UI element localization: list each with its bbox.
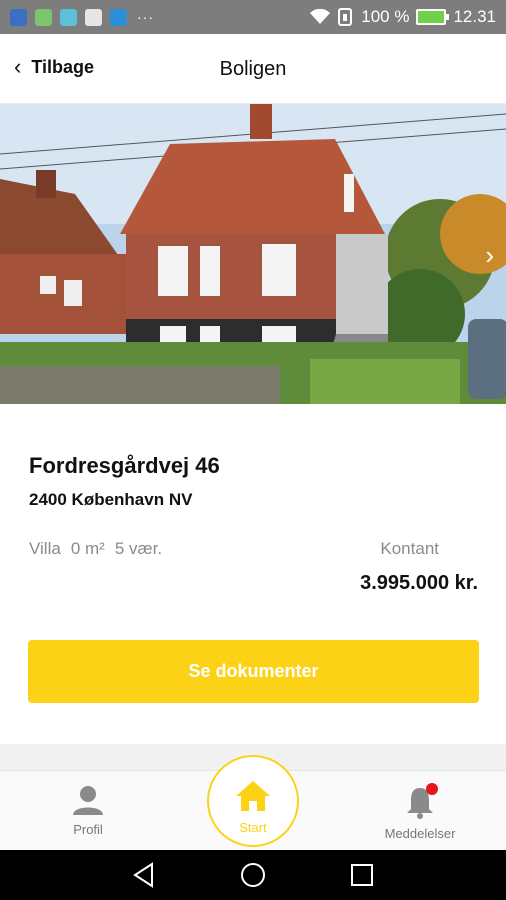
property-photo[interactable]: ›	[0, 104, 506, 404]
see-documents-button[interactable]: Se dokumenter	[28, 640, 479, 703]
property-rooms: 5 vær.	[114, 539, 163, 558]
price-label: Kontant	[380, 539, 439, 558]
system-navigation-bar	[0, 850, 506, 900]
app-notification-icon	[10, 8, 27, 26]
nav-profile-label: Profil	[73, 822, 103, 837]
sim-icon	[338, 8, 353, 26]
property-type: Villa	[29, 539, 61, 558]
app-notification-icon	[85, 8, 102, 26]
property-area: 0 m²	[70, 539, 105, 558]
nav-start-label: Start	[239, 820, 267, 835]
battery-icon	[416, 9, 450, 25]
app-notification-icon	[110, 8, 127, 26]
app-header: ‹ Tilbage Boligen	[0, 34, 506, 104]
nav-messages-label: Meddelelser	[384, 826, 456, 841]
property-price: 3.995.000 kr.	[360, 572, 478, 594]
property-specs: Villa 0 m² 5 vær.	[29, 539, 162, 559]
nav-start[interactable]: Start	[207, 755, 299, 847]
next-image-icon[interactable]: ›	[485, 242, 494, 268]
wifi-icon	[310, 9, 331, 24]
notification-icons: ···	[10, 8, 154, 26]
nav-profile[interactable]: Profil	[33, 785, 143, 837]
person-icon	[73, 786, 103, 815]
bottom-navigation: Profil Start Meddelelser	[0, 755, 506, 850]
back-triangle-icon[interactable]	[132, 862, 156, 888]
battery-percentage: 100 %	[361, 7, 410, 26]
status-bar: ··· 100 % 12.31	[0, 0, 506, 34]
clock: 12.31	[453, 7, 496, 26]
app-notification-icon	[60, 8, 77, 26]
notification-badge	[426, 783, 438, 795]
property-details: Fordresgårdvej 46 2400 København NV Vill…	[0, 404, 506, 744]
recents-square-icon[interactable]	[350, 863, 374, 887]
home-icon	[236, 781, 270, 811]
nav-messages[interactable]: Meddelelser	[365, 783, 475, 841]
more-notifications-icon: ···	[137, 9, 154, 25]
property-street: Fordresgårdvej 46	[29, 453, 220, 478]
page-title: Boligen	[219, 58, 287, 80]
property-city: 2400 København NV	[29, 490, 193, 509]
app-notification-icon	[35, 8, 52, 26]
house-image	[0, 104, 506, 404]
home-circle-icon[interactable]	[240, 862, 266, 888]
